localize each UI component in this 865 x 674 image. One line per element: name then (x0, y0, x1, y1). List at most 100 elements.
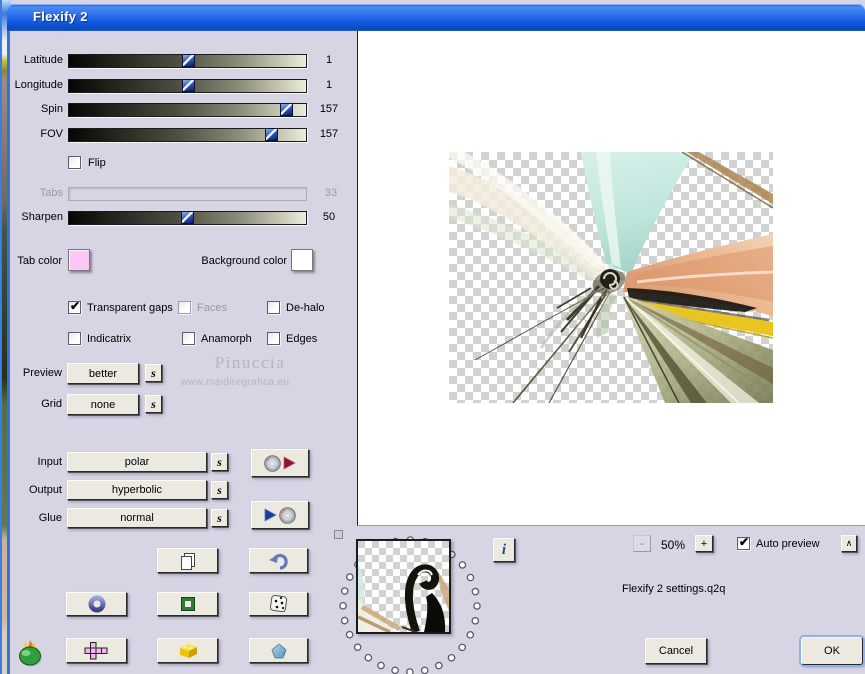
transparent-gaps-checkmark: ✔ (70, 299, 81, 313)
preview-dropdown[interactable]: better (67, 363, 139, 384)
latitude-slider-thumb[interactable] (182, 54, 195, 67)
preview-image (449, 152, 773, 403)
anamorph-checkbox[interactable] (182, 332, 195, 345)
latitude-slider[interactable] (68, 54, 307, 68)
zoom-level: 50% (660, 538, 686, 552)
fov-slider[interactable] (68, 128, 307, 142)
watermark-url: www.maidiregrafica.eu (180, 377, 290, 388)
sharpen-slider-thumb[interactable] (181, 211, 194, 224)
anamorph-label: Anamorph (201, 333, 252, 345)
navigator-thumbnail[interactable] (356, 539, 451, 634)
ok-button[interactable]: OK (801, 637, 863, 665)
preview-s-label: s (151, 365, 156, 380)
torus-icon (88, 595, 105, 613)
panel-resize-handle[interactable] (334, 530, 343, 539)
dice-icon (269, 594, 287, 613)
title-bar[interactable]: Flexify 2 (7, 4, 865, 31)
randomize-button[interactable] (249, 592, 308, 616)
glue-dropdown-label: Glue (38, 512, 62, 524)
glue-dropdown[interactable]: normal (67, 508, 207, 528)
ok-button-label: OK (824, 645, 840, 657)
edges-label: Edges (286, 333, 318, 345)
sharpen-slider[interactable] (68, 211, 307, 225)
lego-brick-icon (179, 643, 197, 658)
longitude-slider[interactable] (68, 79, 307, 93)
pages-icon (180, 552, 195, 570)
longitude-slider-thumb[interactable] (182, 79, 195, 92)
glue-s-button[interactable]: s (211, 509, 228, 527)
sharpen-label: Sharpen (21, 211, 63, 223)
indicatrix-checkbox[interactable] (68, 332, 81, 345)
fov-label: FOV (40, 128, 63, 140)
transparent-gaps-label: Transparent gaps (87, 302, 173, 314)
flaming-pear-logo-icon[interactable] (15, 639, 46, 668)
fov-slider-thumb[interactable] (265, 128, 278, 141)
watermark-name: Pinuccia (214, 353, 286, 372)
cancel-button-label: Cancel (658, 645, 694, 657)
info-button[interactable]: i (493, 538, 515, 562)
dehalo-checkbox[interactable] (267, 301, 280, 314)
fov-value: 157 (319, 128, 339, 140)
latitude-value: 1 (325, 54, 333, 66)
faces-checkbox (178, 301, 191, 314)
tabs-value: 33 (324, 187, 338, 199)
polyhedron-mode-button[interactable] (249, 638, 308, 663)
background-color-swatch[interactable] (291, 249, 313, 271)
zoom-out-button[interactable]: - (633, 535, 651, 552)
input-dropdown-value: polar (124, 456, 150, 468)
background-color-label: Background color (201, 255, 287, 267)
cancel-button[interactable]: Cancel (645, 638, 707, 664)
flip-checkbox[interactable] (68, 156, 81, 169)
preview-dropdown-label: Preview (22, 367, 62, 379)
spin-label: Spin (40, 103, 63, 115)
output-s-button[interactable]: s (211, 481, 228, 499)
crystal-icon (271, 642, 286, 658)
spin-slider-thumb[interactable] (280, 103, 293, 116)
preview-dropdown-value: better (88, 367, 118, 380)
window-title: Flexify 2 (33, 9, 88, 24)
input-s-button[interactable]: s (211, 453, 228, 471)
load-settings-button[interactable] (251, 449, 309, 477)
transparent-gaps-checkbox[interactable]: ✔ (68, 299, 81, 314)
output-dropdown-label: Output (28, 484, 62, 496)
tabs-slider (68, 187, 307, 201)
torus-mode-button[interactable] (66, 592, 127, 616)
edges-checkbox[interactable] (267, 332, 280, 345)
undo-button[interactable] (249, 548, 308, 573)
cd-icon (279, 506, 296, 524)
screen: Flexify 2 Latitude 1 Longitude 1 Spin 15… (0, 0, 865, 674)
cube-net-icon (84, 641, 107, 659)
save-settings-button[interactable] (251, 501, 309, 529)
grid-dropdown[interactable]: none (67, 394, 139, 415)
cd-icon (264, 454, 281, 472)
spin-slider[interactable] (68, 103, 307, 117)
output-dropdown-value: hyperbolic (111, 484, 163, 496)
grid-s-button[interactable]: s (145, 395, 162, 413)
auto-preview-checkbox[interactable]: ✔ (737, 535, 750, 550)
load-arrow-icon (283, 456, 296, 470)
square-frame-icon (180, 597, 195, 611)
copy-settings-button[interactable] (157, 548, 218, 573)
zoom-in-button[interactable]: + (695, 535, 713, 552)
input-dropdown[interactable]: polar (67, 452, 207, 472)
unfold-cube-button[interactable] (66, 638, 127, 663)
info-icon: i (501, 541, 507, 558)
input-s-label: s (217, 454, 222, 469)
input-dropdown-label: Input (37, 456, 62, 468)
tab-color-swatch[interactable] (68, 249, 90, 271)
flip-label: Flip (88, 157, 106, 169)
dehalo-label: De-halo (286, 302, 325, 314)
thumbnail-image (357, 541, 449, 634)
grid-dropdown-value: none (90, 398, 116, 411)
output-dropdown[interactable]: hyperbolic (67, 480, 207, 500)
lego-mode-button[interactable] (157, 638, 218, 663)
frame-mode-button[interactable] (157, 592, 218, 616)
output-s-label: s (217, 482, 222, 497)
panel-expander-button[interactable]: ∧ (841, 535, 857, 552)
longitude-label: Longitude (14, 79, 63, 91)
grid-dropdown-label: Grid (41, 398, 62, 410)
preview-s-button[interactable]: s (145, 364, 162, 382)
settings-filename: Flexify 2 settings.q2q (622, 583, 726, 595)
auto-preview-label: Auto preview (756, 538, 820, 550)
glue-dropdown-value: normal (120, 512, 154, 524)
